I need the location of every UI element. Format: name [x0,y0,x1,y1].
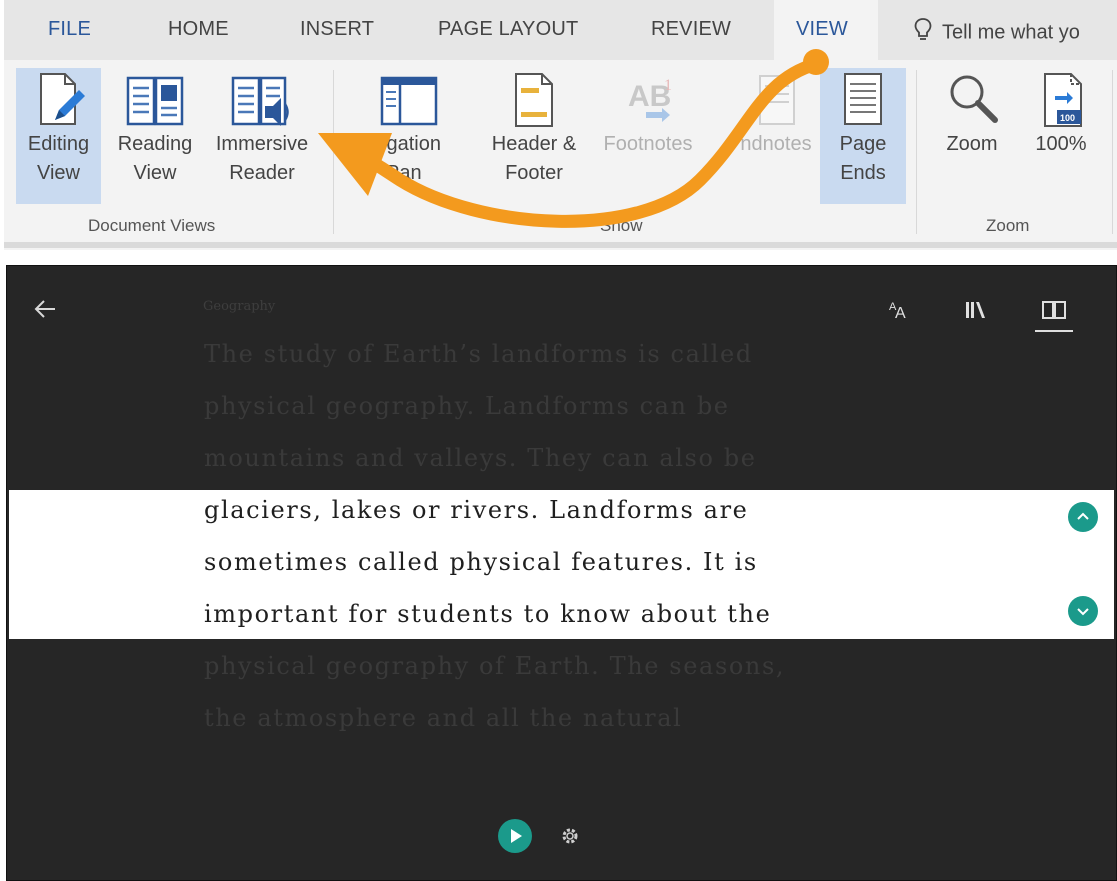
navigation-pane-label-2: Pan [386,162,422,184]
reader-line-focused: important for students to know about the [204,600,772,628]
text-preferences-icon[interactable]: AA [887,296,915,329]
reading-view-button[interactable]: Reading View [108,68,202,204]
reader-line-focused: glaciers, lakes or rivers. Landforms are [204,496,749,524]
footnotes-label: Footnotes [603,133,693,155]
immersive-reader-label-1: Immersive [215,133,309,155]
document-category: Geography [203,299,276,314]
reader-line: physical geography. Landforms can be [204,392,730,420]
ribbon-bottom-border [4,242,1117,248]
line-focus-down-button[interactable] [1068,596,1098,626]
grammar-options-icon[interactable] [962,296,990,329]
group-label-show: Show [600,216,643,235]
navigation-pane-icon [380,76,438,126]
endnotes-button[interactable]: ndnotes [734,68,818,204]
header-footer-button[interactable]: Header & Footer [478,68,590,204]
line-focus-up-button[interactable] [1068,502,1098,532]
page-ends-label-1: Page [839,133,887,155]
immersive-reader-icon [231,76,289,126]
page-ends-button[interactable]: Page Ends [820,68,906,204]
word-ribbon: FILE HOME INSERT PAGE LAYOUT REVIEW VIEW… [4,0,1117,250]
chevron-up-icon [1077,512,1089,520]
navigation-pane-label-1: vigation [372,133,441,155]
editing-view-label-2: View [37,162,80,184]
tab-view[interactable]: VIEW [774,0,878,62]
zoom-100-percent-icon: 100 [1044,73,1082,127]
reader-line-focused: sometimes called physical features. It i… [204,548,758,576]
page-ends-label-2: Ends [840,162,886,184]
group-separator [916,70,917,234]
reader-line: the atmosphere and all the natural [204,704,683,732]
play-icon [511,829,522,843]
zoom-100-button[interactable]: 100 100% [1020,68,1102,204]
reading-preferences-icon[interactable] [1040,296,1068,329]
immersive-reader-button[interactable]: Immersive Reader [204,68,320,204]
tab-file[interactable]: FILE [48,18,91,41]
editing-view-button[interactable]: Editing View [16,68,101,204]
svg-text:1: 1 [664,77,672,94]
footnotes-button[interactable]: AB 1 Footnotes [594,68,702,204]
reader-line: physical geography of Earth. The seasons… [204,652,786,680]
back-arrow-icon[interactable] [33,296,59,327]
tab-home[interactable]: HOME [168,18,229,41]
group-separator [1112,70,1113,234]
group-label-zoom: Zoom [986,216,1030,235]
chevron-down-icon [1077,608,1089,616]
group-separator [333,70,334,234]
group-label-document-views: Document Views [88,216,216,235]
header-footer-icon [515,73,553,127]
settings-gear-icon[interactable] [559,825,581,852]
navigation-pane-button[interactable]: vigation Pan [372,68,468,204]
reader-line: The study of Earth’s landforms is called [204,340,753,368]
tab-page-layout[interactable]: PAGE LAYOUT [438,18,578,41]
active-tool-underline [1035,330,1073,332]
svg-text:A: A [895,305,906,322]
tell-me-text: Tell me what yo [942,21,1080,44]
endnotes-icon [759,75,795,125]
header-footer-label-1: Header & [491,133,577,155]
zoom-100-badge: 100 [1060,113,1075,123]
ribbon-tab-bar: FILE HOME INSERT PAGE LAYOUT REVIEW VIEW… [4,0,1117,62]
reader-line: mountains and valleys. They can also be [204,444,757,472]
reading-view-label-1: Reading [117,133,193,155]
zoom-label: Zoom [946,133,998,155]
editing-view-icon [39,73,85,125]
tab-insert[interactable]: INSERT [300,18,374,41]
lightbulb-icon [914,17,932,49]
footnotes-icon: AB 1 [628,77,672,122]
endnotes-label: ndnotes [740,133,812,155]
immersive-reader-label-2: Reader [229,162,295,184]
magnifier-icon [950,75,998,123]
immersive-reader-view: Geography AA The study of Earth’s landfo… [6,265,1117,881]
header-footer-label-2: Footer [505,162,563,184]
page-ends-icon [844,73,882,125]
reading-view-icon [126,76,184,126]
play-button[interactable] [498,819,532,853]
zoom-button[interactable]: Zoom [932,68,1012,204]
reading-view-label-2: View [133,162,177,184]
editing-view-label-1: Editing [27,133,90,155]
zoom-100-label: 100% [1035,133,1087,155]
tell-me-search[interactable]: Tell me what yo [914,17,1080,49]
tab-review[interactable]: REVIEW [651,18,731,41]
